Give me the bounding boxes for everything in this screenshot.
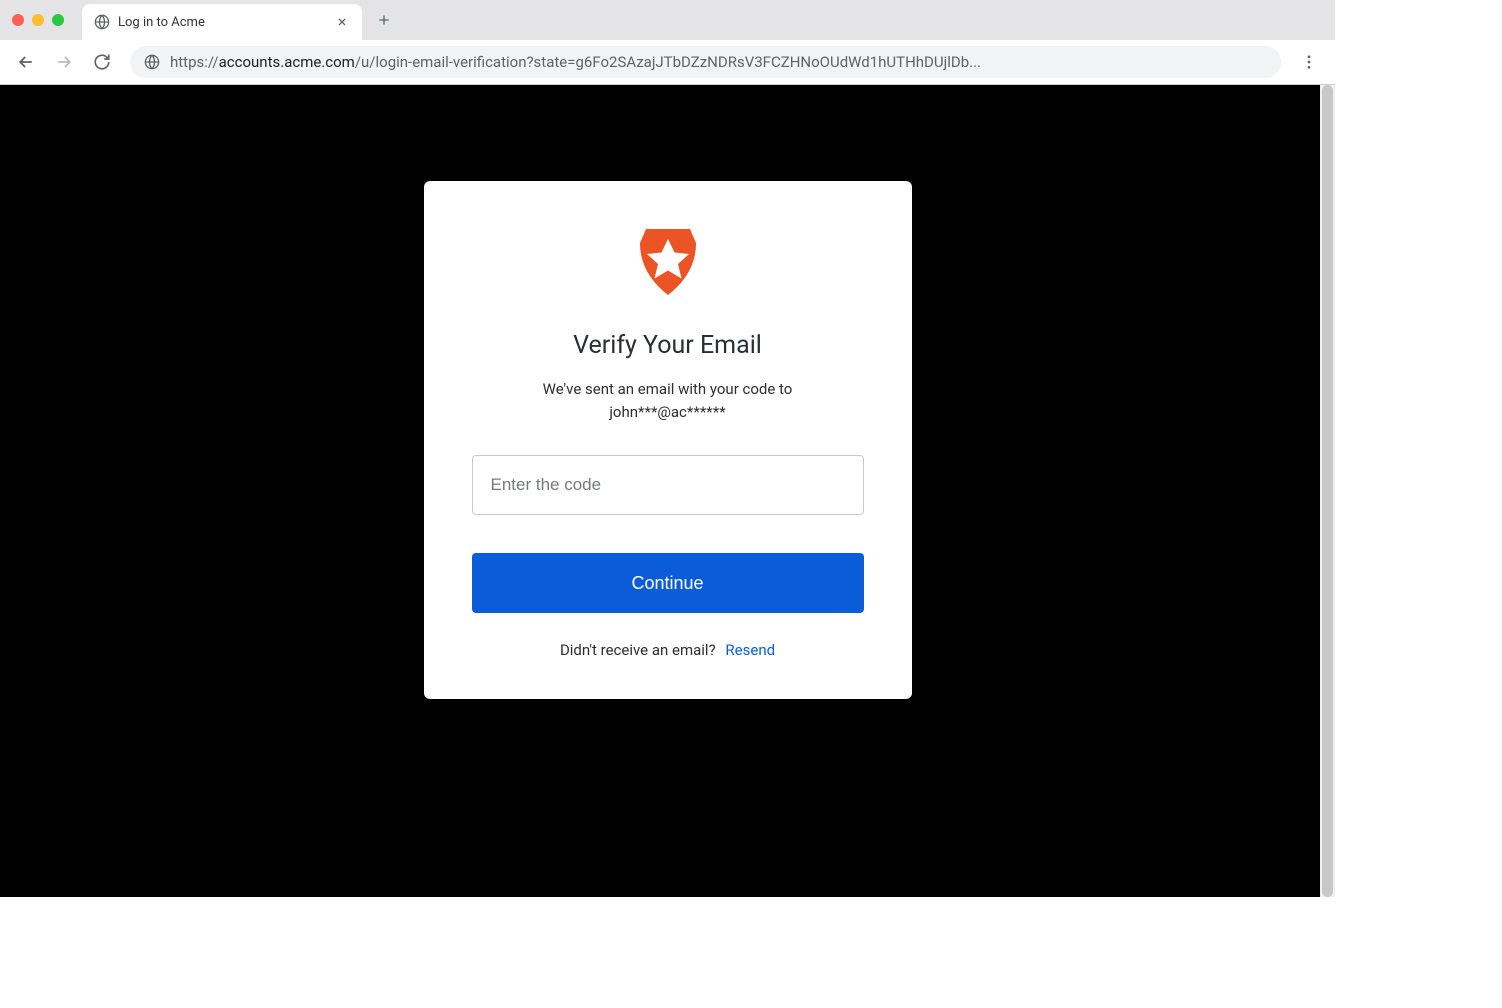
window-controls (12, 14, 64, 26)
url-text: https://accounts.acme.com/u/login-email-… (170, 53, 981, 71)
verify-email-heading: Verify Your Email (472, 331, 864, 360)
minimize-window-button[interactable] (32, 14, 44, 26)
verify-email-subtext: We've sent an email with your code to jo… (472, 378, 864, 423)
shield-star-logo-icon (638, 229, 698, 299)
address-bar[interactable]: https://accounts.acme.com/u/login-email-… (130, 46, 1281, 78)
new-tab-button[interactable] (370, 6, 398, 34)
resend-row: Didn't receive an email? Resend (472, 641, 864, 659)
browser-tab[interactable]: Log in to Acme (82, 4, 362, 40)
vertical-scrollbar[interactable] (1320, 85, 1335, 897)
resend-prompt: Didn't receive an email? (560, 641, 716, 659)
back-button[interactable] (10, 46, 42, 78)
continue-button[interactable]: Continue (472, 553, 864, 613)
scrollbar-thumb[interactable] (1322, 85, 1333, 897)
verify-email-card: Verify Your Email We've sent an email wi… (424, 181, 912, 699)
close-window-button[interactable] (12, 14, 24, 26)
close-tab-button[interactable] (334, 14, 350, 30)
nav-bar: https://accounts.acme.com/u/login-email-… (0, 40, 1335, 84)
reload-button[interactable] (86, 46, 118, 78)
browser-menu-button[interactable] (1293, 46, 1325, 78)
resend-link[interactable]: Resend (725, 641, 775, 659)
page-content: Verify Your Email We've sent an email wi… (0, 85, 1335, 897)
globe-icon (94, 14, 110, 30)
forward-button[interactable] (48, 46, 80, 78)
maximize-window-button[interactable] (52, 14, 64, 26)
browser-chrome: Log in to Acme (0, 0, 1335, 85)
tab-title: Log in to Acme (118, 15, 326, 30)
verification-code-input[interactable] (472, 455, 864, 515)
masked-email: john***@ac****** (609, 403, 725, 421)
globe-icon (144, 54, 160, 70)
tab-bar: Log in to Acme (0, 0, 1335, 40)
